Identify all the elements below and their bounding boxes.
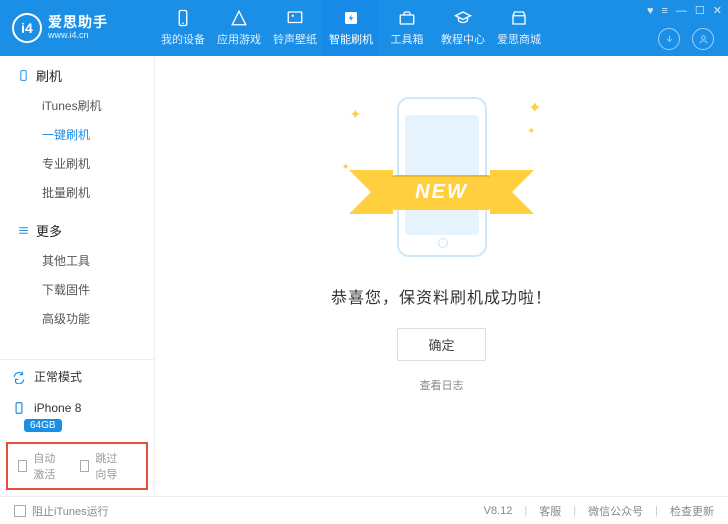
view-log-link[interactable]: 查看日志 <box>420 377 464 393</box>
ok-button[interactable]: 确定 <box>397 328 485 361</box>
status-bar: 阻止iTunes运行 V8.12 | 客服 | 微信公众号 | 检查更新 <box>0 496 728 524</box>
user-icon[interactable] <box>692 28 714 50</box>
sidebar-section-flash[interactable]: 刷机 <box>0 56 154 87</box>
sidebar: 刷机 iTunes刷机 一键刷机 专业刷机 批量刷机 更多 其他工具 下载固件 … <box>0 56 155 496</box>
block-itunes-label: 阻止iTunes运行 <box>32 503 109 519</box>
skip-wizard-label: 跳过向导 <box>95 450 128 482</box>
device-icon <box>173 9 193 27</box>
new-ribbon: NEW <box>334 170 550 214</box>
nav-bar: 我的设备 应用游戏 铃声壁纸 智能刷机 工具箱 教程中心 爱思商城 <box>155 0 547 56</box>
device-mode[interactable]: 正常模式 <box>0 360 154 393</box>
brand-url: www.i4.cn <box>48 31 108 41</box>
auto-activate-label: 自动激活 <box>33 450 66 482</box>
sidebar-item-oneclick-flash[interactable]: 一键刷机 <box>0 120 154 149</box>
nav-toolbox[interactable]: 工具箱 <box>379 0 435 56</box>
graduation-icon <box>453 9 473 27</box>
flash-icon <box>341 9 361 27</box>
download-icon[interactable] <box>658 28 680 50</box>
block-itunes-checkbox[interactable] <box>14 505 26 517</box>
version-label: V8.12 <box>484 505 513 517</box>
nav-flash[interactable]: 智能刷机 <box>323 0 379 56</box>
auto-activate-checkbox[interactable] <box>18 460 27 472</box>
wechat-link[interactable]: 微信公众号 <box>588 503 643 519</box>
sidebar-item-pro-flash[interactable]: 专业刷机 <box>0 149 154 178</box>
menu-icon[interactable]: ♥ <box>647 5 654 17</box>
sidebar-section-more[interactable]: 更多 <box>0 211 154 242</box>
sparkle-icon: ✦ <box>527 126 535 137</box>
device-storage: 64GB <box>24 419 62 432</box>
nav-apps[interactable]: 应用游戏 <box>211 0 267 56</box>
close-icon[interactable]: ✕ <box>713 4 722 17</box>
image-icon <box>285 9 305 27</box>
sidebar-item-batch-flash[interactable]: 批量刷机 <box>0 178 154 207</box>
toolbox-icon <box>397 9 417 27</box>
nav-store[interactable]: 爱思商城 <box>491 0 547 56</box>
list-icon <box>16 224 30 238</box>
apps-icon <box>229 9 249 27</box>
sidebar-item-other-tools[interactable]: 其他工具 <box>0 246 154 275</box>
sparkle-icon: ✦ <box>528 98 541 118</box>
nav-ringtones[interactable]: 铃声壁纸 <box>267 0 323 56</box>
logo[interactable]: i4 爱思助手 www.i4.cn <box>0 13 155 43</box>
header: i4 爱思助手 www.i4.cn 我的设备 应用游戏 铃声壁纸 智能刷机 工具… <box>0 0 728 56</box>
settings-icon[interactable]: ≡ <box>661 5 667 17</box>
sparkle-icon: ✦ <box>350 106 362 123</box>
success-illustration: ✦ ✦ ✦ ✦ NEW <box>342 92 542 262</box>
phone-small-icon <box>12 401 26 415</box>
nav-my-device[interactable]: 我的设备 <box>155 0 211 56</box>
options-highlight: 自动激活 跳过向导 <box>6 442 148 490</box>
success-message: 恭喜您，保资料刷机成功啦！ <box>331 284 552 308</box>
brand-name: 爱思助手 <box>48 15 108 30</box>
logo-icon: i4 <box>12 13 42 43</box>
skip-wizard-checkbox[interactable] <box>80 460 89 472</box>
device-model-row[interactable]: iPhone 8 <box>0 393 154 417</box>
content-area: ✦ ✦ ✦ ✦ NEW 恭喜您，保资料刷机成功啦！ 确定 查看日志 <box>155 56 728 496</box>
sidebar-item-itunes-flash[interactable]: iTunes刷机 <box>0 91 154 120</box>
window-controls: ♥ ≡ — ☐ ✕ <box>647 4 722 17</box>
maximize-icon[interactable]: ☐ <box>695 4 705 17</box>
sidebar-item-download-firmware[interactable]: 下载固件 <box>0 275 154 304</box>
nav-tutorials[interactable]: 教程中心 <box>435 0 491 56</box>
check-update-link[interactable]: 检查更新 <box>670 503 714 519</box>
support-link[interactable]: 客服 <box>539 503 561 519</box>
minimize-icon[interactable]: — <box>676 5 687 17</box>
refresh-icon <box>12 370 26 384</box>
device-panel: 正常模式 iPhone 8 64GB 自动激活 跳过向导 <box>0 359 154 496</box>
store-icon <box>509 9 529 27</box>
phone-icon <box>16 69 30 83</box>
device-model: iPhone 8 <box>34 401 81 415</box>
sidebar-item-advanced[interactable]: 高级功能 <box>0 304 154 333</box>
